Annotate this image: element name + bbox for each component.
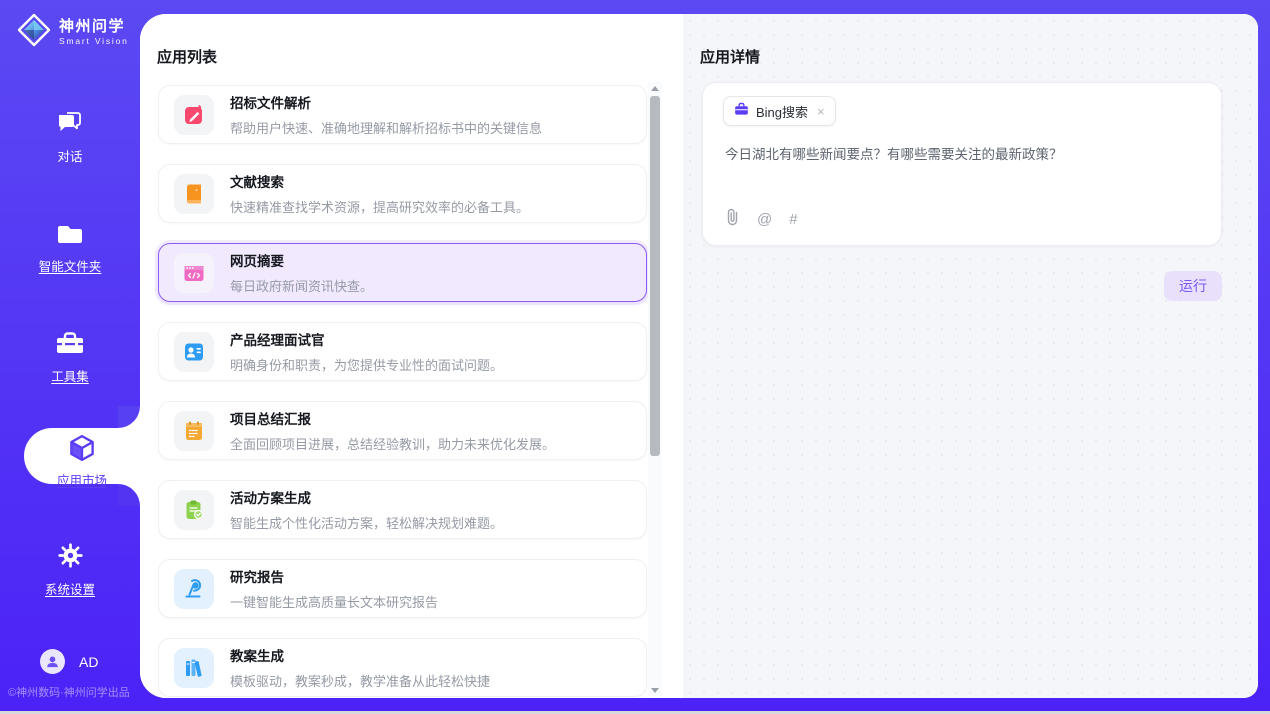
app-list-panel: 应用列表 招标文件解析 帮助用户快速、准确地理解和解析招标书中的关键信息 — [140, 14, 683, 698]
hash-icon[interactable]: # — [789, 211, 797, 228]
sidebar-item-label: 工具集 — [0, 366, 140, 385]
app-card-research-report[interactable]: 研究报告 一键智能生成高质量长文本研究报告 — [158, 559, 647, 618]
app-name: 招标文件解析 — [230, 92, 542, 112]
chat-icon — [56, 110, 84, 141]
prompt-editor[interactable]: Bing搜索 × 今日湖北有哪些新闻要点？有哪些需要关注的最新政策？ @ # — [702, 82, 1222, 246]
notepad-icon — [174, 411, 214, 451]
app-name: 研究报告 — [230, 566, 438, 586]
folder-icon — [56, 222, 84, 251]
editor-toolbar: @ # — [725, 208, 798, 231]
main-panel: 应用列表 招标文件解析 帮助用户快速、准确地理解和解析招标书中的关键信息 — [140, 14, 1258, 698]
interviewer-icon — [174, 332, 214, 372]
app-name: 产品经理面试官 — [230, 329, 503, 349]
app-card-pm-interviewer[interactable]: 产品经理面试官 明确身份和职责，为您提供专业性的面试问题。 — [158, 322, 647, 381]
cube-icon — [67, 450, 97, 467]
browser-code-icon — [174, 253, 214, 293]
clipboard-check-icon — [174, 490, 214, 530]
person-avatar-icon — [40, 649, 65, 674]
app-description: 明确身份和职责，为您提供专业性的面试问题。 — [230, 355, 503, 374]
app-name: 教案生成 — [230, 645, 490, 665]
app-description: 全面回顾项目进展，总结经验教训，助力未来优化发展。 — [230, 434, 555, 453]
app-description: 模板驱动，教案秒成，教学准备从此轻松快捷 — [230, 671, 490, 690]
sidebar-item-toolset[interactable]: 工具集 — [0, 330, 140, 385]
tab-curve-top — [118, 406, 140, 428]
app-detail-title: 应用详情 — [700, 46, 760, 67]
copyright-text: ©神州数码·神州问学出品 — [8, 684, 140, 700]
research-icon — [174, 569, 214, 609]
app-card-literature-search[interactable]: 文献搜索 快速精准查找学术资源，提高研究效率的必备工具。 — [158, 164, 647, 223]
at-icon[interactable]: @ — [757, 211, 772, 228]
close-icon[interactable]: × — [817, 105, 825, 118]
document-edit-icon — [174, 95, 214, 135]
sidebar-item-chat[interactable]: 对话 — [0, 110, 140, 165]
book-icon — [174, 174, 214, 214]
paperclip-icon[interactable] — [725, 208, 740, 231]
app-description: 帮助用户快速、准确地理解和解析招标书中的关键信息 — [230, 118, 542, 137]
app-card-bid-parse[interactable]: 招标文件解析 帮助用户快速、准确地理解和解析招标书中的关键信息 — [158, 85, 647, 144]
diamond-logo-icon — [17, 13, 51, 52]
app-card-lesson-plan[interactable]: 教案生成 模板驱动，教案秒成，教学准备从此轻松快捷 — [158, 638, 647, 697]
scrollbar-down-icon[interactable] — [648, 684, 662, 696]
app-name: 项目总结汇报 — [230, 408, 555, 428]
brand-title: 神州问学 — [59, 19, 129, 35]
toolbox-icon — [55, 330, 85, 361]
user-name: AD — [79, 654, 98, 670]
tool-tag-label: Bing搜索 — [756, 102, 808, 121]
sidebar-item-label: 对话 — [0, 146, 140, 165]
tab-curve-bottom — [118, 484, 140, 506]
scrollbar-up-icon[interactable] — [648, 82, 662, 94]
brand-subtitle: Smart Vision — [59, 37, 129, 46]
app-card-web-summary[interactable]: 网页摘要 每日政府新闻资讯快查。 — [158, 243, 647, 302]
app-detail-panel: 应用详情 Bing搜索 × 今日湖北有哪些新闻要点？有哪些需要关注的最新政策？ — [683, 14, 1258, 698]
app-list: 招标文件解析 帮助用户快速、准确地理解和解析招标书中的关键信息 文献搜索 快速精… — [158, 85, 647, 698]
briefcase-icon — [734, 102, 749, 121]
app-name: 网页摘要 — [230, 250, 373, 270]
sidebar-item-smart-folder[interactable]: 智能文件夹 — [0, 222, 140, 275]
sidebar-item-app-market[interactable]: 应用市场 — [24, 428, 140, 484]
sidebar-item-label: 系统设置 — [0, 579, 140, 598]
tool-tag-bing-search[interactable]: Bing搜索 × — [723, 96, 836, 126]
sidebar-item-label: 智能文件夹 — [0, 256, 140, 275]
scrollbar-thumb[interactable] — [650, 96, 660, 456]
scrollbar[interactable] — [648, 82, 662, 696]
user-account[interactable]: AD — [40, 649, 98, 674]
prompt-text[interactable]: 今日湖北有哪些新闻要点？有哪些需要关注的最新政策？ — [725, 145, 1199, 166]
app-description: 快速精准查找学术资源，提高研究效率的必备工具。 — [230, 197, 529, 216]
app-card-project-summary[interactable]: 项目总结汇报 全面回顾项目进展，总结经验教训，助力未来优化发展。 — [158, 401, 647, 460]
app-description: 一键智能生成高质量长文本研究报告 — [230, 592, 438, 611]
brand-logo: 神州问学 Smart Vision — [17, 13, 129, 52]
app-card-event-plan[interactable]: 活动方案生成 智能生成个性化活动方案，轻松解决规划难题。 — [158, 480, 647, 539]
app-list-title: 应用列表 — [157, 46, 217, 67]
sidebar: 神州问学 Smart Vision 对话 智能文件夹 — [0, 0, 140, 714]
app-name: 文献搜索 — [230, 171, 529, 191]
app-description: 智能生成个性化活动方案，轻松解决规划难题。 — [230, 513, 503, 532]
books-icon — [174, 648, 214, 688]
sidebar-item-settings[interactable]: 系统设置 — [0, 542, 140, 598]
app-name: 活动方案生成 — [230, 487, 503, 507]
gear-icon — [57, 542, 84, 574]
app-description: 每日政府新闻资讯快查。 — [230, 276, 373, 295]
run-button[interactable]: 运行 — [1164, 271, 1222, 301]
